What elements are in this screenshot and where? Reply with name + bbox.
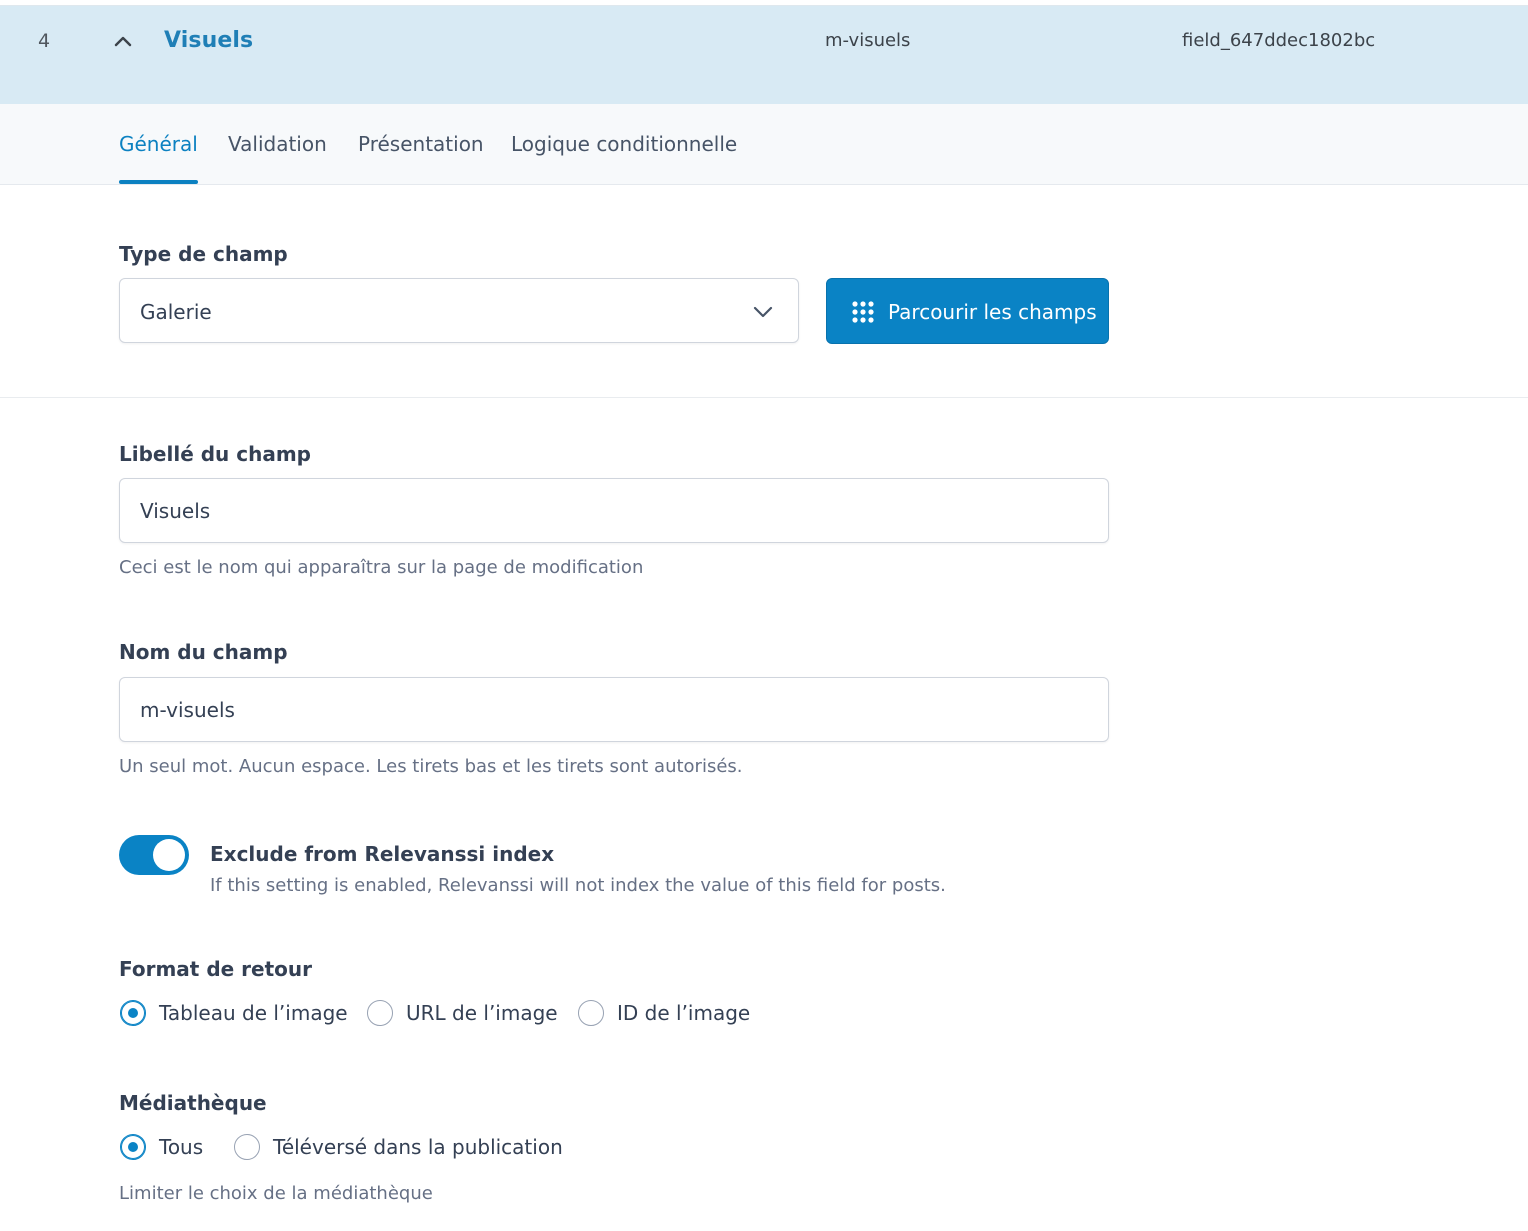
tab-presentation[interactable]: Présentation [358,132,484,184]
relevanssi-exclude-toggle[interactable] [119,835,189,875]
field-key-display: field_647ddec1802bc [1182,30,1376,51]
field-header-row[interactable]: 4 Visuels m-visuels field_647ddec1802bc [0,6,1528,104]
field-type-value: Galerie [140,300,212,324]
relevanssi-help: If this setting is enabled, Relevanssi w… [210,875,946,896]
tab-validation[interactable]: Validation [228,132,327,184]
library-label: Médiathèque [119,1091,267,1115]
field-label-title: Libellé du champ [119,442,311,466]
radio-circle [234,1134,260,1160]
field-type-label: Type de champ [119,242,288,266]
return-format-options: Tableau de l’image URL de l’image ID de … [119,999,819,1029]
library-options: Tous Téléversé dans la publication [119,1133,619,1163]
field-name-title: Nom du champ [119,640,288,664]
field-name-help: Un seul mot. Aucun espace. Les tirets ba… [119,756,743,777]
radio-label: URL de l’image [406,1001,558,1025]
tab-conditional-logic[interactable]: Logique conditionnelle [511,132,737,184]
radio-label: Tous [159,1135,204,1159]
field-label-help: Ceci est le nom qui apparaîtra sur la pa… [119,557,644,578]
radio-circle [578,1000,604,1026]
tab-general[interactable]: Général [119,132,198,184]
radio-circle [367,1000,393,1026]
chevron-up-icon[interactable] [112,30,134,52]
library-help: Limiter le choix de la médiathèque [119,1183,433,1204]
field-type-select[interactable]: Galerie [119,278,799,343]
radio-circle [120,1000,146,1026]
settings-tabs: Général Validation Présentation Logique … [0,104,1528,185]
browse-fields-label: Parcourir les champs [888,300,1097,324]
field-label-link[interactable]: Visuels [164,28,253,53]
radio-label: ID de l’image [617,1001,751,1025]
radio-label: Tableau de l’image [159,1001,348,1025]
field-order: 4 [38,30,51,52]
browse-fields-button[interactable]: Parcourir les champs [826,278,1109,344]
section-divider [0,397,1528,398]
field-name-display: m-visuels [825,30,911,51]
return-format-label: Format de retour [119,957,312,981]
grid-dots-icon [851,300,875,324]
relevanssi-title: Exclude from Relevanssi index [210,842,555,866]
radio-label: Téléversé dans la publication [273,1135,563,1159]
chevron-down-icon [752,301,774,323]
field-label-input[interactable] [119,478,1109,543]
radio-circle [120,1134,146,1160]
field-name-input[interactable] [119,677,1109,742]
toggle-knob [153,839,185,871]
